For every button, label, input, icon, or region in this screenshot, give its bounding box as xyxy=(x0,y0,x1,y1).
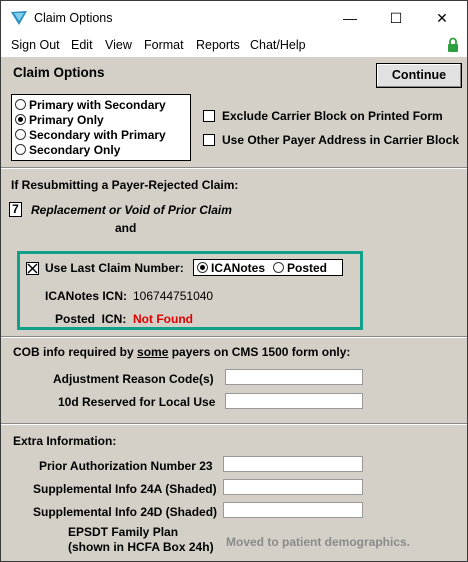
radio-button[interactable] xyxy=(15,99,26,111)
exclude-carrier-checkbox[interactable] xyxy=(203,110,215,122)
supp-24a-input[interactable] xyxy=(223,479,363,495)
lock-icon[interactable] xyxy=(447,37,459,53)
close-icon: ✕ xyxy=(436,10,448,26)
menu-bar: Sign Out Edit View Format Reports Chat/H… xyxy=(1,35,467,57)
title-bar: Claim Options — ☐ ✕ xyxy=(1,1,467,35)
radio-secondary-with-primary[interactable]: Secondary with Primary xyxy=(15,128,166,142)
posted-icn-label: Posted ICN: xyxy=(55,312,127,326)
menu-edit[interactable]: Edit xyxy=(71,38,93,52)
exclude-carrier-label: Exclude Carrier Block on Printed Form xyxy=(222,109,443,123)
claim-options-panel: Claim Options Continue Primary with Seco… xyxy=(1,57,467,561)
radio-primary-only[interactable]: Primary Only xyxy=(15,113,104,127)
other-payer-label: Use Other Payer Address in Carrier Block xyxy=(222,133,459,147)
supp-24a-label: Supplemental Info 24A (Shaded) xyxy=(33,482,217,496)
use-last-claim-label: Use Last Claim Number: xyxy=(45,261,184,275)
menu-chat-help[interactable]: Chat/Help xyxy=(250,38,306,52)
claim-options-window: Claim Options — ☐ ✕ Sign Out Edit View F… xyxy=(0,0,468,562)
checkmark-x-icon xyxy=(27,263,38,274)
window-title: Claim Options xyxy=(34,11,113,25)
last-claim-highlight: Use Last Claim Number: ICANotes Posted I… xyxy=(17,251,363,330)
menu-view[interactable]: View xyxy=(105,38,132,52)
app-icon xyxy=(11,11,27,25)
epsdt-moved-note: Moved to patient demographics. xyxy=(226,535,411,549)
use-last-claim-checkbox[interactable] xyxy=(26,262,39,275)
radio-icanotes[interactable]: ICANotes xyxy=(197,261,265,275)
radio-button[interactable] xyxy=(15,144,26,156)
divider xyxy=(1,336,467,338)
epsdt-label-sub: (shown in HCFA Box 24h) xyxy=(68,540,214,554)
radio-primary-with-secondary[interactable]: Primary with Secondary xyxy=(15,98,166,112)
maximize-button[interactable]: ☐ xyxy=(373,7,419,29)
resubmission-code-field[interactable]: 7 xyxy=(9,202,22,217)
reserved-local-use-label: 10d Reserved for Local Use xyxy=(58,395,216,409)
supp-24d-input[interactable] xyxy=(223,502,363,518)
posted-icn-value: Not Found xyxy=(133,312,193,326)
maximize-icon: ☐ xyxy=(389,10,403,26)
epsdt-label: EPSDT Family Plan xyxy=(68,525,179,539)
radio-button-selected[interactable] xyxy=(15,114,26,126)
prior-auth-input[interactable] xyxy=(223,456,363,472)
resubmit-heading: If Resubmitting a Payer-Rejected Claim: xyxy=(11,178,239,192)
and-text: and xyxy=(115,221,137,235)
menu-sign-out[interactable]: Sign Out xyxy=(11,38,60,52)
claim-number-source-group: ICANotes Posted xyxy=(193,259,343,276)
resubmission-code-label: Replacement or Void of Prior Claim xyxy=(31,203,232,217)
radio-posted[interactable]: Posted xyxy=(273,261,327,275)
menu-format[interactable]: Format xyxy=(144,38,184,52)
claim-type-group: Primary with Secondary Primary Only Seco… xyxy=(11,94,191,161)
minimize-icon: — xyxy=(343,10,357,26)
page-title: Claim Options xyxy=(13,65,105,80)
minimize-button[interactable]: — xyxy=(327,7,373,29)
cob-heading: COB info required by some payers on CMS … xyxy=(13,345,351,359)
other-payer-checkbox[interactable] xyxy=(203,134,215,146)
close-button[interactable]: ✕ xyxy=(419,7,465,29)
reserved-local-use-input[interactable] xyxy=(225,393,363,409)
menu-reports[interactable]: Reports xyxy=(196,38,240,52)
adjustment-reason-label: Adjustment Reason Code(s) xyxy=(53,372,214,386)
icanotes-icn-label: ICANotes ICN: xyxy=(45,289,128,303)
divider xyxy=(1,423,467,425)
radio-button[interactable] xyxy=(15,129,26,141)
icanotes-icn-value: 106744751040 xyxy=(133,289,214,303)
adjustment-reason-input[interactable] xyxy=(225,369,363,385)
extra-info-heading: Extra Information: xyxy=(13,434,117,448)
radio-button[interactable] xyxy=(273,262,284,274)
prior-auth-label: Prior Authorization Number 23 xyxy=(39,459,213,473)
divider xyxy=(1,167,467,169)
radio-secondary-only[interactable]: Secondary Only xyxy=(15,143,120,157)
radio-button-selected[interactable] xyxy=(197,262,208,274)
supp-24d-label: Supplemental Info 24D (Shaded) xyxy=(33,505,218,519)
continue-button[interactable]: Continue xyxy=(376,63,462,88)
